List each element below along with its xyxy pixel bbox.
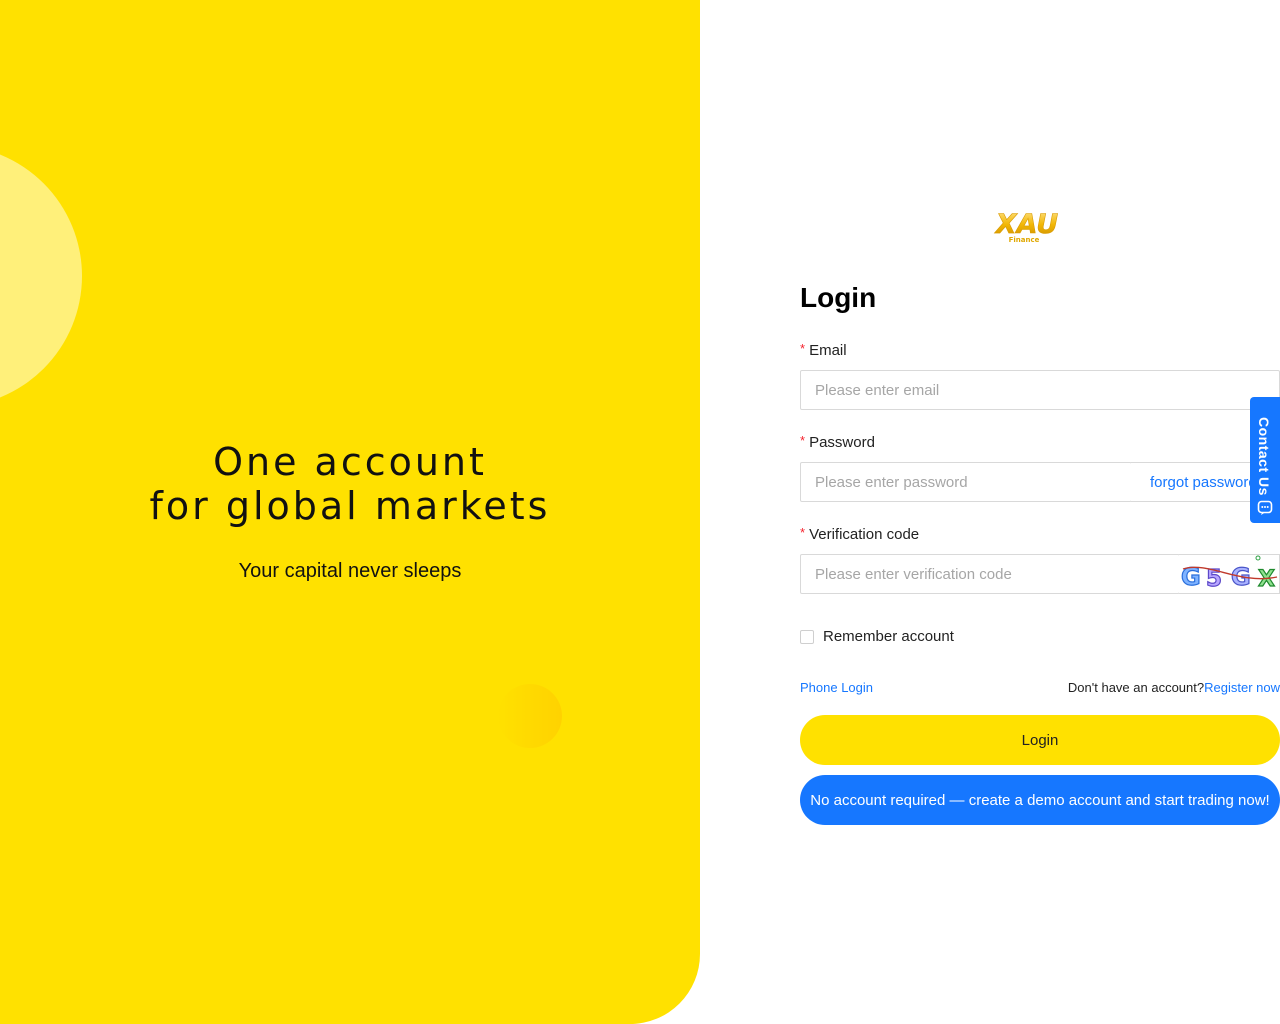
register-prompt: Don't have an account? xyxy=(1067,680,1205,695)
phone-login-link[interactable]: Phone Login xyxy=(800,680,873,695)
password-label-text: Password xyxy=(809,434,875,451)
hero-title: One account for global markets xyxy=(0,440,700,528)
remember-account[interactable]: Remember account xyxy=(800,628,954,645)
login-button[interactable]: Login xyxy=(800,715,1280,765)
register-now-link[interactable]: Register now xyxy=(1204,680,1280,695)
email-label-text: Email xyxy=(809,342,847,359)
logo-icon: XAU Finance xyxy=(993,209,1058,244)
hero-subtitle: Your capital never sleeps xyxy=(238,560,462,582)
chat-bubble-icon xyxy=(1257,500,1273,515)
forgot-password-link[interactable]: forgot password xyxy=(1150,474,1257,491)
decorative-circle-small xyxy=(498,684,562,748)
xau-finance-logo: XAU Finance xyxy=(986,205,1068,245)
contact-us-tab[interactable]: Contact Us xyxy=(1250,397,1280,523)
email-input[interactable] xyxy=(800,370,1280,410)
logo-tagline: Finance xyxy=(1009,236,1040,244)
hero-panel: One account for global markets Your capi… xyxy=(0,0,700,1024)
hero-title-line-1: One account xyxy=(213,440,487,484)
verification-label-text: Verification code xyxy=(809,526,920,543)
captcha-graphic: G 5 G X xyxy=(1180,555,1278,593)
decorative-circle-large xyxy=(0,145,82,407)
password-label: * Password xyxy=(800,433,875,451)
captcha-char-4: X xyxy=(1258,567,1275,592)
required-mark: * xyxy=(800,341,806,356)
demo-account-button[interactable]: No account required — create a demo acco… xyxy=(800,775,1280,825)
remember-checkbox[interactable] xyxy=(800,629,814,644)
captcha-noise-dot xyxy=(1255,555,1261,561)
captcha-image[interactable]: G 5 G X xyxy=(1179,554,1280,594)
login-title: Login xyxy=(800,282,877,313)
contact-us-label: Contact Us xyxy=(1256,417,1272,496)
required-mark: * xyxy=(800,433,806,448)
verification-code-input[interactable] xyxy=(800,554,1180,594)
remember-label: Remember account xyxy=(823,628,954,645)
email-label: * Email xyxy=(800,341,847,359)
hero-title-line-2: for global markets xyxy=(149,484,551,528)
login-page: One account for global markets Your capi… xyxy=(0,0,1280,1024)
required-mark: * xyxy=(800,525,806,540)
password-input[interactable] xyxy=(800,462,1132,502)
verification-label: * Verification code xyxy=(800,525,920,543)
register-row: Don't have an account?Register now xyxy=(1068,680,1280,695)
